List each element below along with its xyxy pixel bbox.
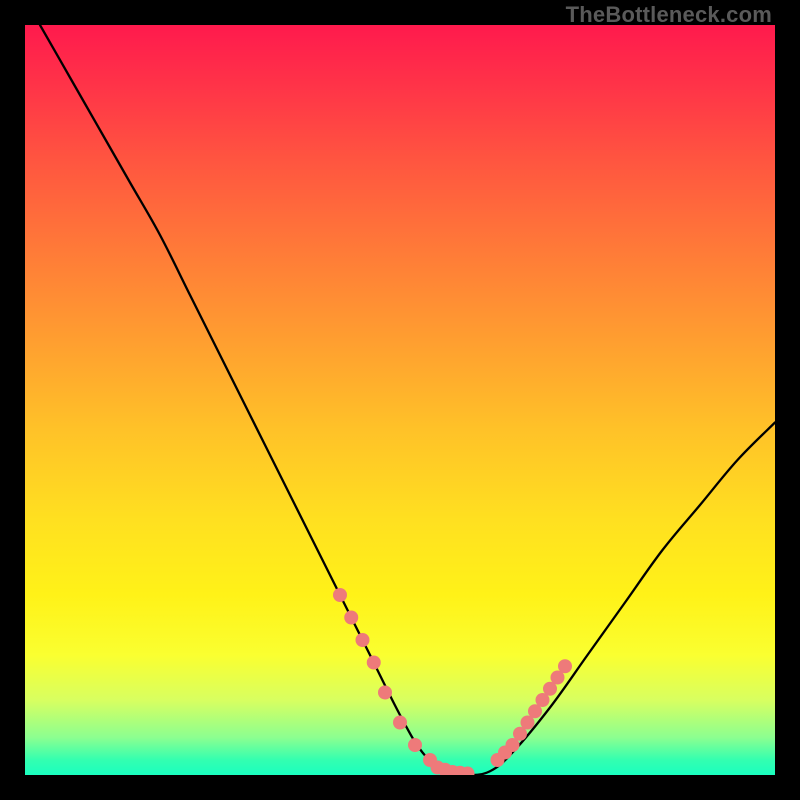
chart-dot [408,738,422,752]
chart-dot [393,716,407,730]
bottleneck-curve-path [40,25,775,775]
chart-dot [333,588,347,602]
watermark-text: TheBottleneck.com [566,2,772,28]
curve-path [40,25,775,775]
chart-dot [378,686,392,700]
chart-frame: TheBottleneck.com [0,0,800,800]
dots-right [491,659,573,767]
chart-dot [344,611,358,625]
dots-left [333,588,475,775]
chart-dot [558,659,572,673]
chart-svg [25,25,775,775]
chart-dot [356,633,370,647]
chart-dot [367,656,381,670]
plot-area [25,25,775,775]
